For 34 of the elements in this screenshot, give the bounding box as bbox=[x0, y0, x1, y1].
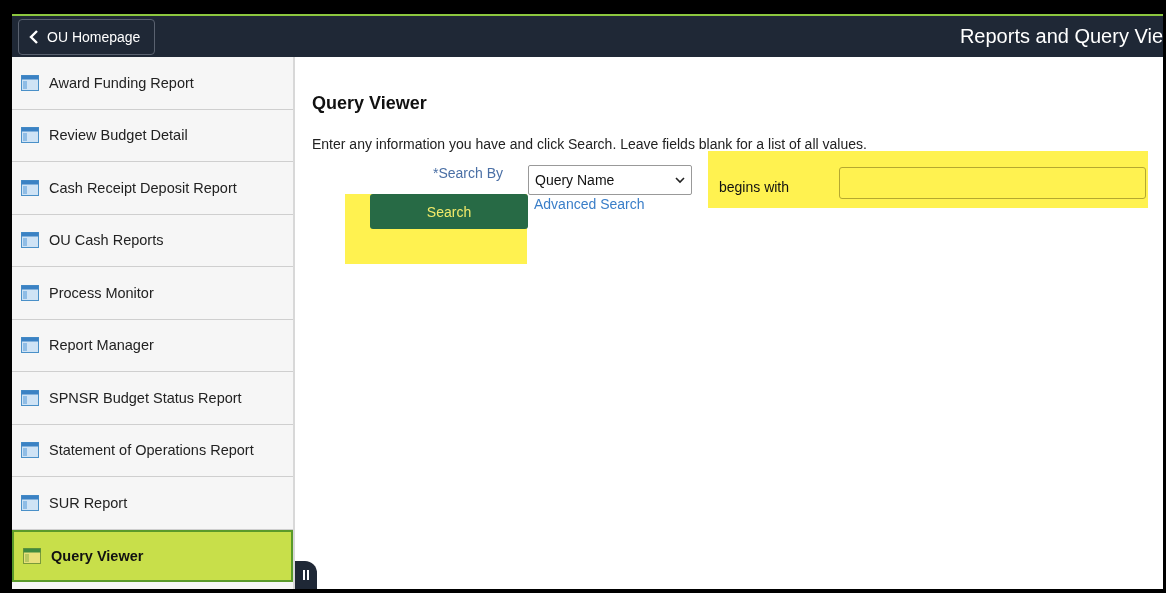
window-icon bbox=[21, 494, 39, 511]
sidebar-item[interactable]: Award Funding Report bbox=[12, 57, 293, 110]
advanced-search-link[interactable]: Advanced Search bbox=[534, 196, 645, 212]
page-title: Reports and Query Vie bbox=[959, 25, 1163, 48]
pause-icon bbox=[303, 570, 309, 580]
sidebar-item[interactable]: Report Manager bbox=[12, 319, 293, 372]
instructions-text: Enter any information you have and click Search. Leave fields blank for a list of all values. bbox=[312, 136, 868, 152]
window-icon bbox=[23, 547, 41, 564]
sidebar-item[interactable]: Cash Receipt Deposit Report bbox=[12, 162, 293, 215]
search-by-label: *Search By bbox=[431, 165, 503, 181]
chevron-left-icon bbox=[29, 29, 39, 44]
window-icon bbox=[21, 337, 39, 354]
operator-label: begins with bbox=[719, 179, 791, 195]
window-icon bbox=[21, 127, 39, 144]
sidebar-item[interactable]: SUR Report bbox=[12, 477, 293, 530]
sidebar-item[interactable]: Query Viewer bbox=[12, 529, 293, 582]
sidebar-item[interactable]: Statement of Operations Report bbox=[12, 424, 293, 477]
sidebar-item[interactable]: OU Cash Reports bbox=[12, 214, 293, 267]
sidebar-item[interactable]: SPNSR Budget Status Report bbox=[12, 372, 293, 425]
window-icon bbox=[21, 179, 39, 196]
window-icon bbox=[21, 284, 39, 301]
search-button[interactable]: Search bbox=[370, 194, 528, 229]
window-icon bbox=[21, 442, 39, 459]
search-input[interactable] bbox=[839, 167, 1146, 199]
window-icon bbox=[21, 232, 39, 249]
search-by-dropdown[interactable]: Query Name bbox=[528, 165, 692, 195]
window-icon bbox=[21, 74, 39, 91]
back-button[interactable]: OU Homepage bbox=[18, 18, 156, 55]
collapse-handle[interactable] bbox=[295, 561, 317, 589]
page-heading: Query Viewer bbox=[312, 93, 428, 114]
chevron-down-icon bbox=[675, 176, 685, 184]
sidebar-item[interactable]: Review Budget Detail bbox=[12, 109, 293, 162]
window-icon bbox=[21, 389, 39, 406]
sidebar-item[interactable]: Process Monitor bbox=[12, 267, 293, 320]
